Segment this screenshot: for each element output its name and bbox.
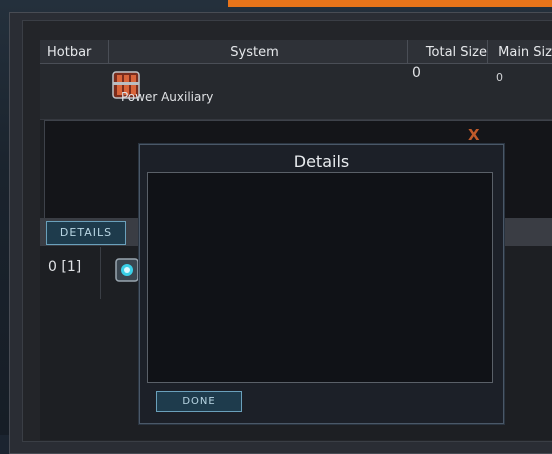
power-auxiliary-main-size: 0 — [496, 71, 503, 84]
column-header-system[interactable]: System — [102, 40, 408, 63]
done-button[interactable]: DONE — [156, 391, 242, 412]
details-content-area[interactable] — [147, 172, 493, 383]
dialog-title: Details — [293, 152, 350, 171]
power-auxiliary-label: Power Auxiliary — [121, 90, 214, 104]
ship-core-hotbar: 0 [1] — [48, 259, 82, 275]
column-header-hotbar[interactable]: Hotbar — [40, 40, 109, 63]
column-header-total-size[interactable]: Total Size — [408, 40, 488, 63]
table-row-power-auxiliary[interactable]: Power Auxiliary 0 0 — [40, 64, 552, 120]
power-auxiliary-total-size: 0 — [412, 65, 421, 81]
table-header: Hotbar System Total Size Main Size — [40, 40, 552, 64]
close-icon[interactable]: X — [468, 126, 480, 144]
top-status-bar — [228, 0, 552, 7]
details-button[interactable]: DETAILS — [46, 221, 126, 245]
column-divider — [100, 247, 101, 299]
column-header-main-size[interactable]: Main Size — [488, 40, 552, 63]
details-dialog: Details DONE — [139, 144, 504, 424]
